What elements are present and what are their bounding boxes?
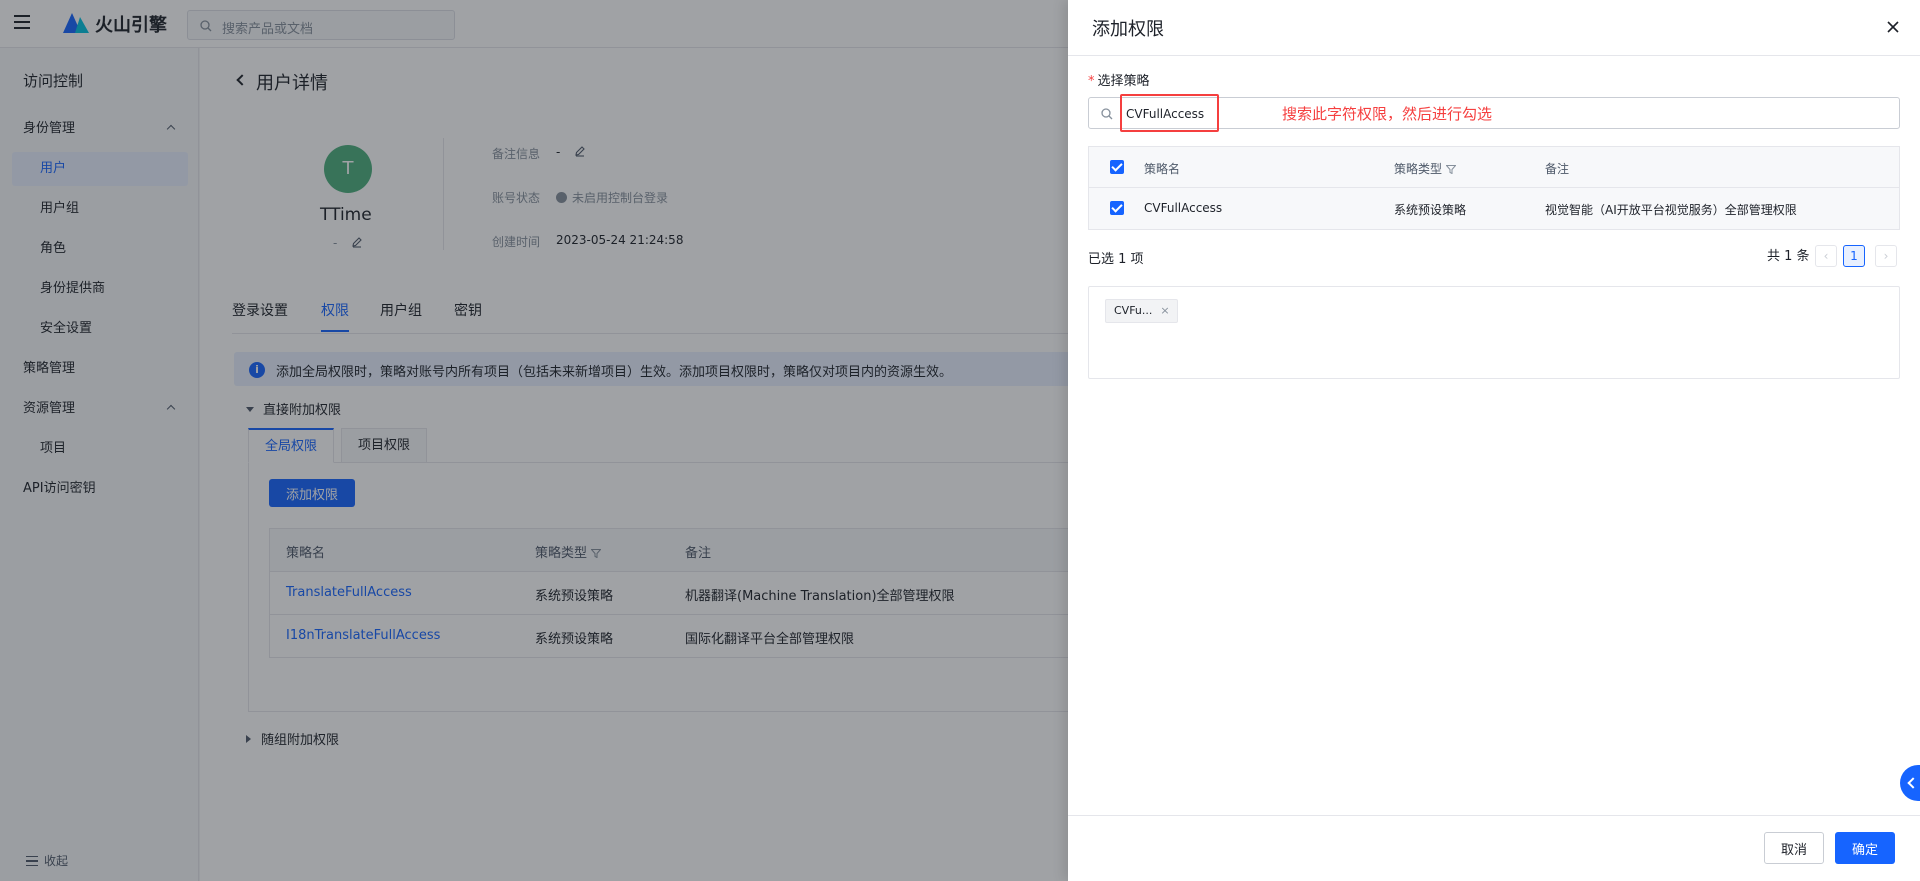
policy-remark: 视觉智能（AI开放平台视觉服务）全部管理权限: [1545, 203, 1797, 217]
confirm-button[interactable]: 确定: [1835, 832, 1895, 864]
selected-policy-tag: CVFu... ×: [1105, 299, 1178, 323]
drawer-header-divider: [1068, 55, 1920, 56]
required-mark: *: [1088, 74, 1095, 89]
column-header-label: 策略类型: [1394, 162, 1443, 176]
policy-select-label-text: 选择策略: [1097, 74, 1150, 89]
drawer-title: 添加权限: [1092, 19, 1164, 40]
policy-select-label: * 选择策略: [1088, 70, 1150, 89]
policy-name: CVFullAccess: [1144, 201, 1223, 215]
remove-tag-icon[interactable]: ×: [1160, 304, 1169, 317]
table-header-row: 策略名 策略类型 备注: [1089, 147, 1899, 188]
next-page-button[interactable]: ›: [1875, 245, 1897, 267]
total-count: 共 1 条: [1767, 249, 1810, 264]
cancel-button[interactable]: 取消: [1764, 832, 1824, 864]
policy-search-results-table: 策略名 策略类型 备注 CVFullAccess 系统预设策略 视觉智能（AI开…: [1088, 146, 1900, 230]
tag-label: CVFu...: [1114, 304, 1153, 317]
page-number-button[interactable]: 1: [1843, 245, 1865, 267]
filter-icon[interactable]: [1446, 165, 1457, 174]
add-permission-drawer: 添加权限 *选择策略 搜索此字符权限，然后进行勾选 策略名 策略类型 备注 CV…: [1068, 0, 1920, 881]
selected-count: 已选 1 项: [1088, 252, 1144, 267]
drawer-footer-divider: [1068, 815, 1920, 816]
annotation-text: 搜索此字符权限，然后进行勾选: [1282, 105, 1493, 123]
select-all-checkbox[interactable]: [1110, 160, 1124, 174]
row-checkbox[interactable]: [1110, 201, 1124, 215]
selected-policies-box: CVFu... ×: [1088, 286, 1900, 379]
table-row[interactable]: CVFullAccess 系统预设策略 视觉智能（AI开放平台视觉服务）全部管理…: [1089, 188, 1899, 229]
close-icon[interactable]: [1886, 20, 1900, 34]
policy-search-box[interactable]: [1088, 97, 1900, 129]
column-header: 备注: [1545, 162, 1570, 176]
column-header: 策略名: [1144, 162, 1181, 176]
policy-search-input[interactable]: [1126, 104, 1221, 124]
policy-type: 系统预设策略: [1394, 203, 1467, 217]
column-header[interactable]: 策略类型: [1394, 160, 1457, 177]
prev-page-button[interactable]: ‹: [1815, 245, 1837, 267]
modal-overlay[interactable]: [0, 0, 1068, 881]
search-icon: [1101, 108, 1113, 120]
